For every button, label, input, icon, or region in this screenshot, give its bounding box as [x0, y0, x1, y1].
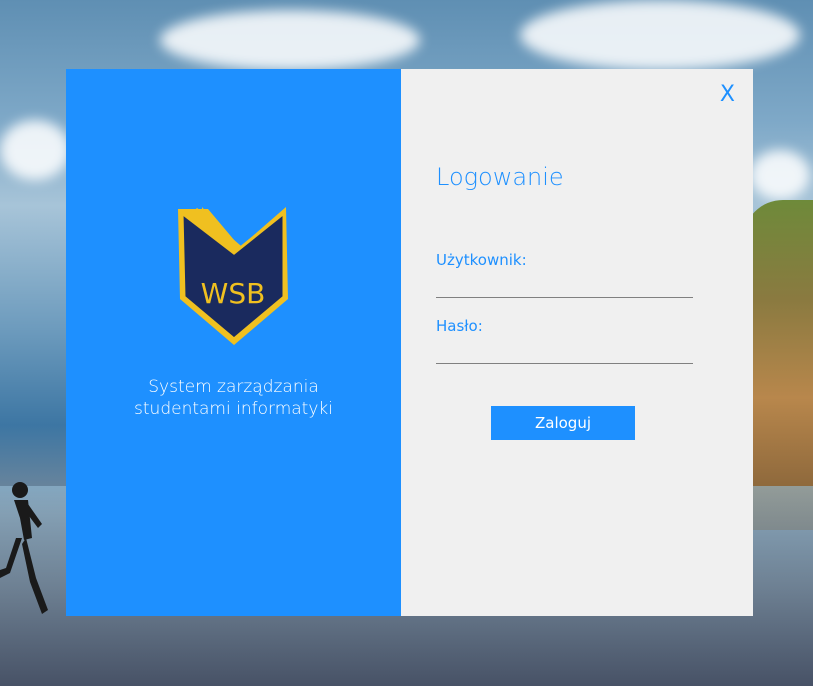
password-input[interactable] [436, 341, 693, 364]
subtitle-line-1: System zarządzania [148, 377, 319, 397]
username-input[interactable] [436, 275, 693, 298]
close-button[interactable]: X [720, 82, 735, 108]
app-subtitle: System zarządzania studentami informatyk… [66, 376, 401, 420]
login-button[interactable]: Zaloguj [491, 406, 635, 440]
subtitle-line-2: studentami informatyki [134, 399, 333, 419]
username-label: Użytkownik: [436, 251, 527, 269]
password-label: Hasło: [436, 317, 483, 335]
login-panel: X Logowanie Użytkownik: Hasło: Zaloguj [401, 69, 753, 616]
cliff-rock [743, 200, 813, 530]
cloud [160, 10, 420, 70]
runner-silhouette [0, 482, 48, 614]
desktop-background: WSB System zarządzania studentami inform… [0, 0, 813, 686]
login-dialog: WSB System zarządzania studentami inform… [66, 69, 753, 616]
branding-panel: WSB System zarządzania studentami inform… [66, 69, 401, 616]
logo-text: WSB [201, 277, 266, 310]
cloud [750, 150, 810, 200]
form-title: Logowanie [436, 163, 564, 191]
cloud [520, 0, 800, 70]
cloud [0, 120, 70, 180]
wsb-logo-icon: WSB [178, 207, 288, 345]
